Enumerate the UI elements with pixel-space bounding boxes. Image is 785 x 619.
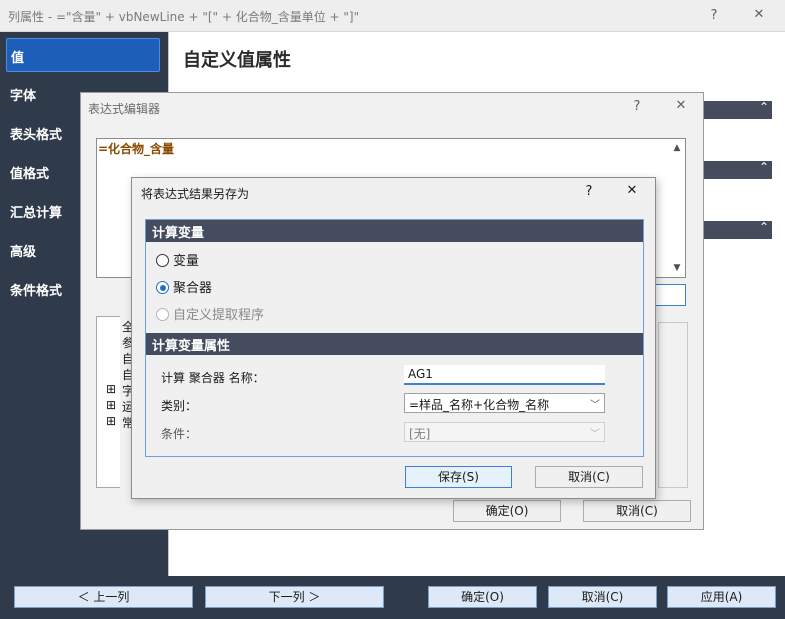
calc-variable-props-header: 计算变量属性: [146, 333, 643, 355]
chevron-up-icon[interactable]: ⌃: [759, 100, 769, 114]
chevron-up-icon[interactable]: ⌃: [759, 160, 769, 174]
condition-select[interactable]: [无] ﹀: [404, 422, 605, 442]
tree-expand-icon[interactable]: ⊞: [106, 414, 116, 428]
section-header-3[interactable]: ⌃: [704, 220, 772, 239]
help-icon[interactable]: ?: [706, 8, 722, 23]
tree-expand-icon[interactable]: ⊞: [106, 382, 116, 396]
scroll-down-arrow[interactable]: ▼: [670, 261, 684, 275]
aggregator-name-input[interactable]: AG1: [404, 365, 605, 385]
help-icon[interactable]: ?: [582, 184, 596, 199]
radio-variable-label: 变量: [173, 254, 200, 269]
radio-aggregator-label: 聚合器: [173, 281, 213, 296]
chevron-up-icon[interactable]: ⌃: [759, 220, 769, 234]
page-title: 自定义值属性: [183, 50, 291, 71]
cancel-button[interactable]: 取消(C): [548, 586, 657, 608]
window-title-bar: 列属性 - ="含量" + vbNewLine + "[" + 化合物_含量单位…: [0, 0, 785, 32]
chevron-down-icon[interactable]: ﹀: [590, 396, 600, 411]
apply-button[interactable]: 应用(A): [667, 586, 776, 608]
aggregator-name-label: 计算 聚合器 名称：: [161, 371, 265, 385]
category-select[interactable]: =样品_名称+化合物_名称 ﹀: [404, 393, 605, 413]
prev-column-button[interactable]: ＜ 上一列: [14, 586, 193, 608]
category-label: 类别：: [161, 399, 198, 413]
radio-disabled-icon[interactable]: [156, 308, 169, 321]
radio-custom-extractor-label: 自定义提取程序: [173, 308, 265, 323]
close-icon[interactable]: ✕: [750, 7, 768, 22]
save-button[interactable]: 保存(S): [405, 466, 512, 488]
close-icon[interactable]: ✕: [673, 98, 689, 113]
section-header-1[interactable]: ⌃: [704, 100, 772, 119]
section-header-2[interactable]: ⌃: [704, 160, 772, 179]
scroll-up-arrow[interactable]: ▲: [670, 141, 684, 155]
expr-ok-button[interactable]: 确定(O): [453, 500, 561, 522]
expr-cancel-button[interactable]: 取消(C): [583, 500, 691, 522]
tree-expand-icon[interactable]: ⊞: [106, 398, 116, 412]
radio-checked-icon[interactable]: [156, 281, 169, 294]
condition-value: [无]: [409, 427, 431, 441]
cancel-button[interactable]: 取消(C): [535, 466, 643, 488]
radio-unchecked-icon[interactable]: [156, 254, 169, 267]
calc-variable-group-header: 计算变量: [146, 220, 643, 242]
expression-editor-title: 表达式编辑器: [88, 102, 161, 116]
radio-custom-extractor[interactable]: 自定义提取程序: [156, 304, 265, 323]
expression-text: =化合物_含量: [98, 142, 175, 156]
next-column-button[interactable]: 下一列 ＞: [205, 586, 384, 608]
close-icon[interactable]: ✕: [624, 183, 640, 198]
save-dialog-title: 将表达式结果另存为: [141, 187, 250, 201]
window-title: 列属性 - ="含量" + vbNewLine + "[" + 化合物_含量单位…: [8, 10, 360, 24]
function-description-box: [658, 322, 688, 488]
ok-button[interactable]: 确定(O): [428, 586, 537, 608]
radio-aggregator[interactable]: 聚合器: [156, 277, 213, 296]
category-value: =样品_名称+化合物_名称: [409, 398, 550, 412]
help-icon[interactable]: ?: [630, 99, 644, 114]
nav-item-value[interactable]: 值: [6, 38, 160, 72]
condition-label: 条件：: [161, 427, 198, 441]
radio-variable[interactable]: 变量: [156, 250, 200, 269]
chevron-down-icon[interactable]: ﹀: [590, 425, 600, 440]
